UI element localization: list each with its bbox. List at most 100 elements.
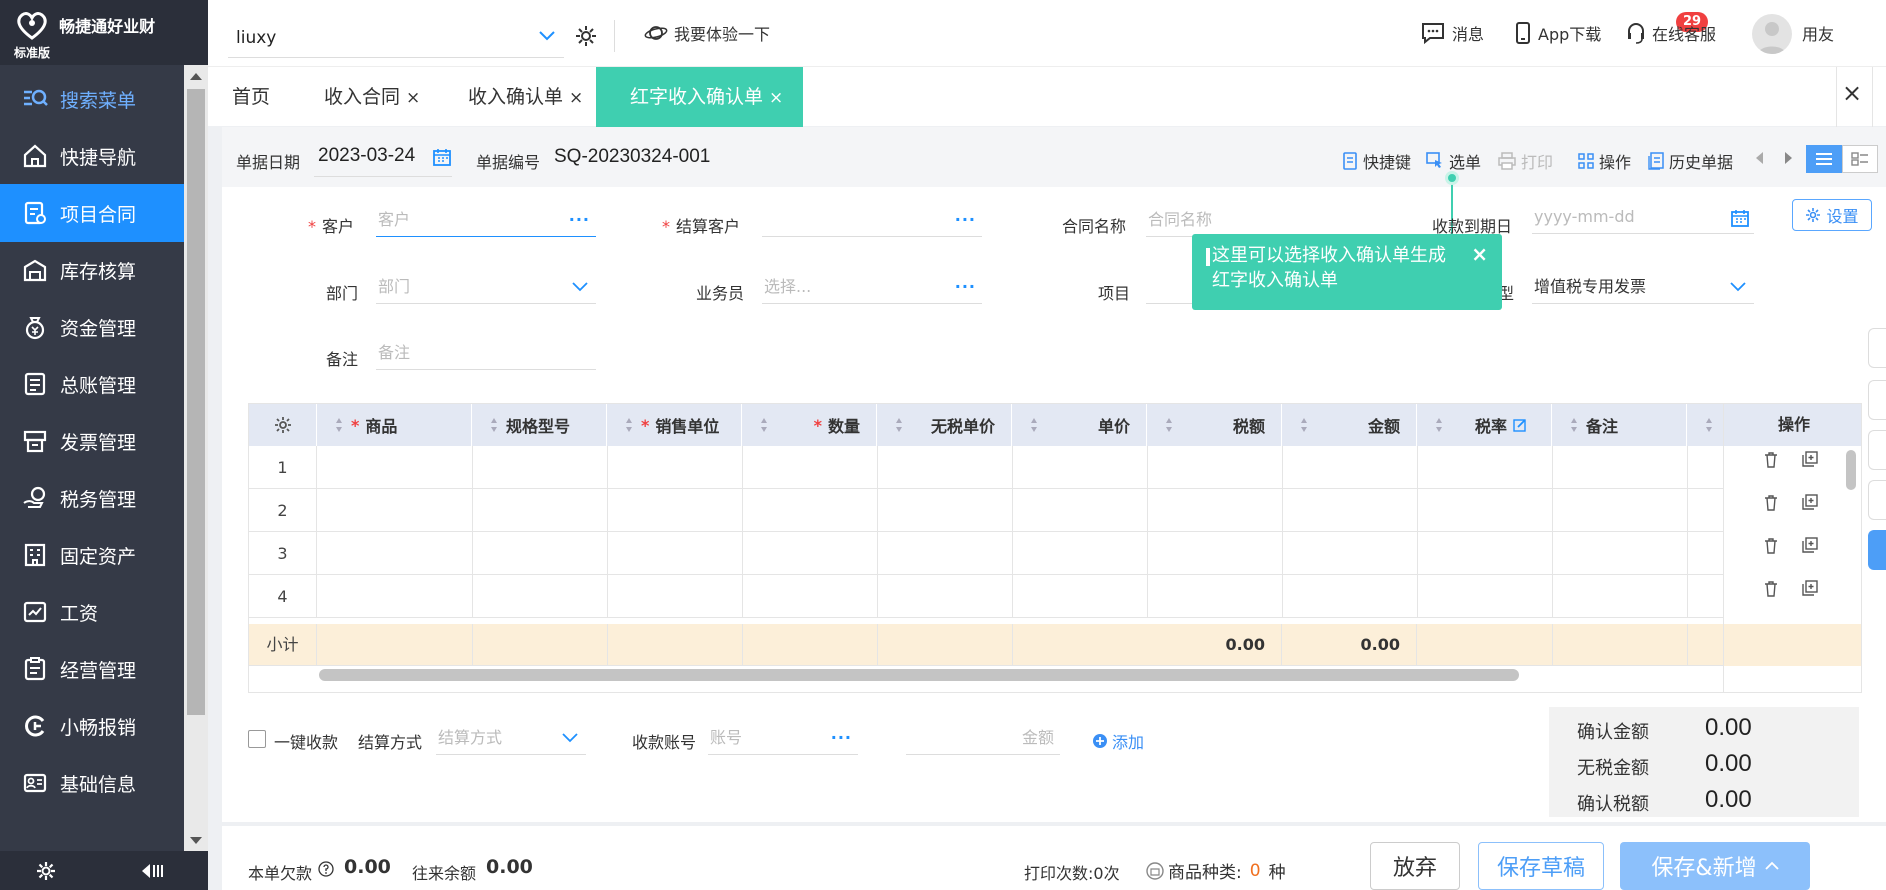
close-icon[interactable]: × <box>406 88 420 108</box>
user-name[interactable]: 用友 <box>1802 18 1834 48</box>
table-row[interactable]: 4 <box>249 575 1861 618</box>
close-icon[interactable]: × <box>1471 242 1488 267</box>
scroll-down-icon[interactable] <box>190 837 202 844</box>
sort-icon[interactable] <box>1030 417 1038 433</box>
select-doc-button[interactable]: 选单 <box>1426 149 1481 173</box>
settle-method-select[interactable]: 结算方式 <box>436 721 586 755</box>
sort-icon[interactable] <box>895 417 903 433</box>
customer-input[interactable]: 客户 ··· <box>376 203 596 237</box>
gear-icon[interactable] <box>36 861 56 881</box>
sort-icon[interactable] <box>1570 417 1578 433</box>
column-header-tax-rate[interactable]: 税率 <box>1417 404 1552 446</box>
help-icon[interactable] <box>318 861 334 877</box>
one-click-checkbox[interactable] <box>248 730 266 748</box>
table-row[interactable]: 1 <box>249 446 1861 489</box>
column-header-remark[interactable]: 备注 <box>1552 404 1687 446</box>
online-service-button[interactable]: 在线客服 <box>1626 18 1716 48</box>
sort-icon[interactable] <box>1705 417 1713 433</box>
column-header-unit[interactable]: * 销售单位 <box>607 404 742 446</box>
operate-button[interactable]: 操作 <box>1578 149 1631 173</box>
vertical-scrollbar-thumb[interactable] <box>1846 450 1856 490</box>
due-date-input[interactable]: yyyy-mm-dd <box>1532 200 1754 234</box>
history-button[interactable]: 历史单据 <box>1648 149 1733 173</box>
sidebar-item-search[interactable]: 搜索菜单 <box>0 70 184 128</box>
app-download-button[interactable]: App下载 <box>1514 18 1601 48</box>
settings-button[interactable]: 设置 <box>1792 199 1872 231</box>
column-header-price[interactable]: 单价 <box>1012 404 1147 446</box>
sidebar-item-fixed-assets[interactable]: 固定资产 <box>0 526 184 584</box>
contract-name-input[interactable]: 合同名称 <box>1146 203 1366 237</box>
delete-row-icon[interactable] <box>1764 538 1778 554</box>
column-header-amount[interactable]: 金额 <box>1282 404 1417 446</box>
dept-select[interactable]: 部门 <box>376 270 596 304</box>
date-field[interactable]: 2023-03-24 <box>314 141 452 177</box>
invoice-type-select[interactable]: 增值税专用发票 <box>1532 270 1754 304</box>
sort-icon[interactable] <box>490 417 498 433</box>
column-header-tax[interactable]: 税额 <box>1147 404 1282 446</box>
column-settings-cell[interactable] <box>249 404 317 446</box>
more-dots-icon[interactable]: ··· <box>831 721 852 755</box>
remark-input[interactable]: 备注 <box>376 336 596 370</box>
copy-row-icon[interactable] <box>1802 580 1818 596</box>
company-selector[interactable]: liuxy <box>228 14 564 58</box>
sort-icon[interactable] <box>1435 417 1443 433</box>
close-all-tabs-icon[interactable]: × <box>1842 79 1862 107</box>
sidebar-item-reimburse[interactable]: 小畅报销 <box>0 697 184 755</box>
avatar[interactable] <box>1752 14 1792 54</box>
sidebar-item-quicknav[interactable]: 快捷导航 <box>0 127 184 185</box>
collapse-sidebar-icon[interactable] <box>140 861 166 881</box>
tab-income-confirm[interactable]: 收入确认单 × <box>468 67 583 127</box>
save-draft-button[interactable]: 保存草稿 <box>1478 842 1604 890</box>
amount-input[interactable]: 金额 <box>906 721 1060 755</box>
discard-button[interactable]: 放弃 <box>1370 842 1460 890</box>
side-float-tab[interactable] <box>1868 328 1886 368</box>
side-float-tab-active[interactable] <box>1868 530 1886 570</box>
sort-icon[interactable] <box>760 417 768 433</box>
calendar-icon[interactable] <box>1730 208 1750 228</box>
settings-gear-icon[interactable] <box>574 24 598 48</box>
sidebar-item-inventory[interactable]: 库存核算 <box>0 241 184 299</box>
messages-button[interactable]: 消息 <box>1420 18 1484 48</box>
tab-income-contract[interactable]: 收入合同 × <box>324 67 420 127</box>
column-header-goods[interactable]: * 商品 <box>317 404 472 446</box>
sidebar-scrollbar[interactable] <box>184 65 208 851</box>
save-and-new-button[interactable]: 保存&新增 <box>1620 842 1810 890</box>
more-dots-icon[interactable]: ··· <box>569 203 590 237</box>
table-row[interactable]: 2 <box>249 489 1861 532</box>
account-input[interactable]: 账号 ··· <box>708 721 858 755</box>
tab-red-income-confirm[interactable]: 红字收入确认单 × <box>596 67 804 127</box>
sidebar-item-project-contract[interactable]: 项目合同 <box>0 184 184 242</box>
calendar-icon[interactable] <box>432 147 452 167</box>
copy-row-icon[interactable] <box>1802 537 1818 553</box>
next-doc-icon[interactable] <box>1784 151 1794 165</box>
salesman-input[interactable]: 选择... ··· <box>762 270 982 304</box>
print-button[interactable]: 打印 <box>1498 149 1553 173</box>
table-row[interactable]: 3 <box>249 532 1861 575</box>
chevron-up-icon[interactable] <box>1764 861 1779 871</box>
sidebar-item-tax[interactable]: 税务管理 <box>0 469 184 527</box>
side-float-tab[interactable] <box>1868 480 1886 520</box>
scroll-up-icon[interactable] <box>190 73 202 80</box>
horizontal-scrollbar[interactable] <box>319 669 1519 681</box>
close-icon[interactable]: × <box>569 88 583 108</box>
column-header-extra[interactable] <box>1687 404 1727 446</box>
sidebar-item-invoice[interactable]: 发票管理 <box>0 412 184 470</box>
delete-row-icon[interactable] <box>1764 452 1778 468</box>
copy-row-icon[interactable] <box>1802 494 1818 510</box>
sidebar-item-ledger[interactable]: 总账管理 <box>0 355 184 413</box>
side-float-tab[interactable] <box>1868 380 1886 420</box>
prev-doc-icon[interactable] <box>1754 151 1764 165</box>
side-float-tab[interactable] <box>1868 430 1886 470</box>
delete-row-icon[interactable] <box>1764 581 1778 597</box>
copy-row-icon[interactable] <box>1802 451 1818 467</box>
sidebar-item-basic-info[interactable]: 基础信息 <box>0 754 184 812</box>
list-view-button[interactable] <box>1806 145 1842 173</box>
more-dots-icon[interactable]: ··· <box>955 203 976 237</box>
settle-customer-input[interactable]: ··· <box>762 203 982 237</box>
close-icon[interactable]: × <box>769 88 783 108</box>
sort-icon[interactable] <box>625 417 633 433</box>
experience-link[interactable]: 我要体验一下 <box>644 18 770 48</box>
column-header-qty[interactable]: * 数量 <box>742 404 877 446</box>
column-header-notax-price[interactable]: 无税单价 <box>877 404 1012 446</box>
sidebar-item-operations[interactable]: 经营管理 <box>0 640 184 698</box>
